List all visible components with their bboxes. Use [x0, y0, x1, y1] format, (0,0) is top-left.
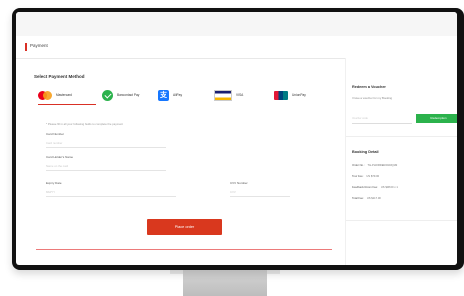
- booking-row-key: Order No.:: [352, 164, 365, 167]
- cardholder-input[interactable]: Name on the card: [46, 163, 166, 171]
- booking-row-key: Feedback Room Fee:: [352, 186, 378, 189]
- alipay-icon: 支: [158, 89, 169, 101]
- page-header: Payment: [16, 36, 457, 59]
- voucher-input[interactable]: Voucher code: [352, 115, 412, 124]
- booking-row-value: TH-PHORDER2023Q1M: [367, 164, 398, 167]
- method-alipay[interactable]: 支 AliPay: [158, 86, 182, 104]
- sidebar-divider: [346, 220, 457, 221]
- header-accent-mark: [25, 43, 27, 51]
- booking-row-value: US $117.00: [366, 197, 381, 200]
- expiry-label: Expiry Date: [46, 181, 62, 185]
- unionpay-icon: [274, 90, 288, 100]
- browser-topbar: [16, 12, 457, 36]
- card-number-input[interactable]: Card number: [46, 140, 166, 148]
- expiry-input[interactable]: MM/YY: [46, 189, 176, 197]
- place-order-button[interactable]: Place order: [147, 219, 222, 235]
- method-unionpay[interactable]: UnionPay: [274, 86, 306, 104]
- payment-method-heading: Select Payment Method: [34, 74, 85, 79]
- method-label: AliPay: [173, 93, 183, 97]
- redeem-button[interactable]: Redemption: [416, 114, 457, 123]
- page-title: Payment: [30, 43, 48, 48]
- cvv-label: CVV Number: [230, 181, 248, 185]
- method-label: VISA: [236, 93, 244, 97]
- voucher-heading: Redeem a Voucher: [352, 85, 386, 89]
- method-mastercard[interactable]: Mastercard: [38, 86, 96, 105]
- form-hint: * Please fill in all your following fiel…: [46, 122, 123, 126]
- method-bancontact[interactable]: Bancontact Pay: [102, 86, 139, 104]
- mastercard-icon: [38, 90, 52, 101]
- card-number-label: Card Number: [46, 132, 65, 136]
- monitor-stand: [183, 266, 267, 296]
- booking-row: Feedback Room Fee: US $38.00 x 1: [352, 186, 398, 189]
- method-label: UnionPay: [292, 93, 306, 97]
- cardholder-label: Card Holder's Name: [46, 155, 74, 159]
- booking-row-key: Tour Fee:: [352, 175, 364, 178]
- monitor-screen: Payment Select Payment Method Mastercard…: [16, 12, 457, 265]
- booking-row-key: Total Fee:: [352, 197, 364, 200]
- checkmark-icon: [102, 89, 113, 101]
- monitor-frame: Payment Select Payment Method Mastercard…: [12, 8, 464, 270]
- booking-row: Order No.: TH-PHORDER2023Q1M: [352, 164, 397, 167]
- order-sidebar: Redeem a Voucher I have a voucher for my…: [345, 58, 457, 265]
- method-label: Mastercard: [56, 93, 72, 97]
- payment-method-tabs: Mastercard Bancontact Pay 支 AliPay VISA …: [34, 86, 350, 105]
- method-label: Bancontact Pay: [117, 93, 140, 97]
- cvv-input[interactable]: CVV: [230, 189, 290, 197]
- booking-row: Tour Fee: US $79.00: [352, 175, 379, 178]
- booking-row-value: US $38.00 x 1: [380, 186, 398, 189]
- sidebar-divider: [346, 136, 457, 137]
- booking-row-value: US $79.00: [366, 175, 380, 178]
- visa-card-icon: [214, 89, 232, 101]
- voucher-text: I have a voucher for my Booking: [352, 96, 393, 100]
- booking-row: Total Fee: US $117.00: [352, 197, 381, 200]
- form-bottom-rule: [36, 249, 332, 250]
- booking-heading: Booking Detail: [352, 150, 379, 154]
- method-visa[interactable]: VISA: [214, 86, 243, 104]
